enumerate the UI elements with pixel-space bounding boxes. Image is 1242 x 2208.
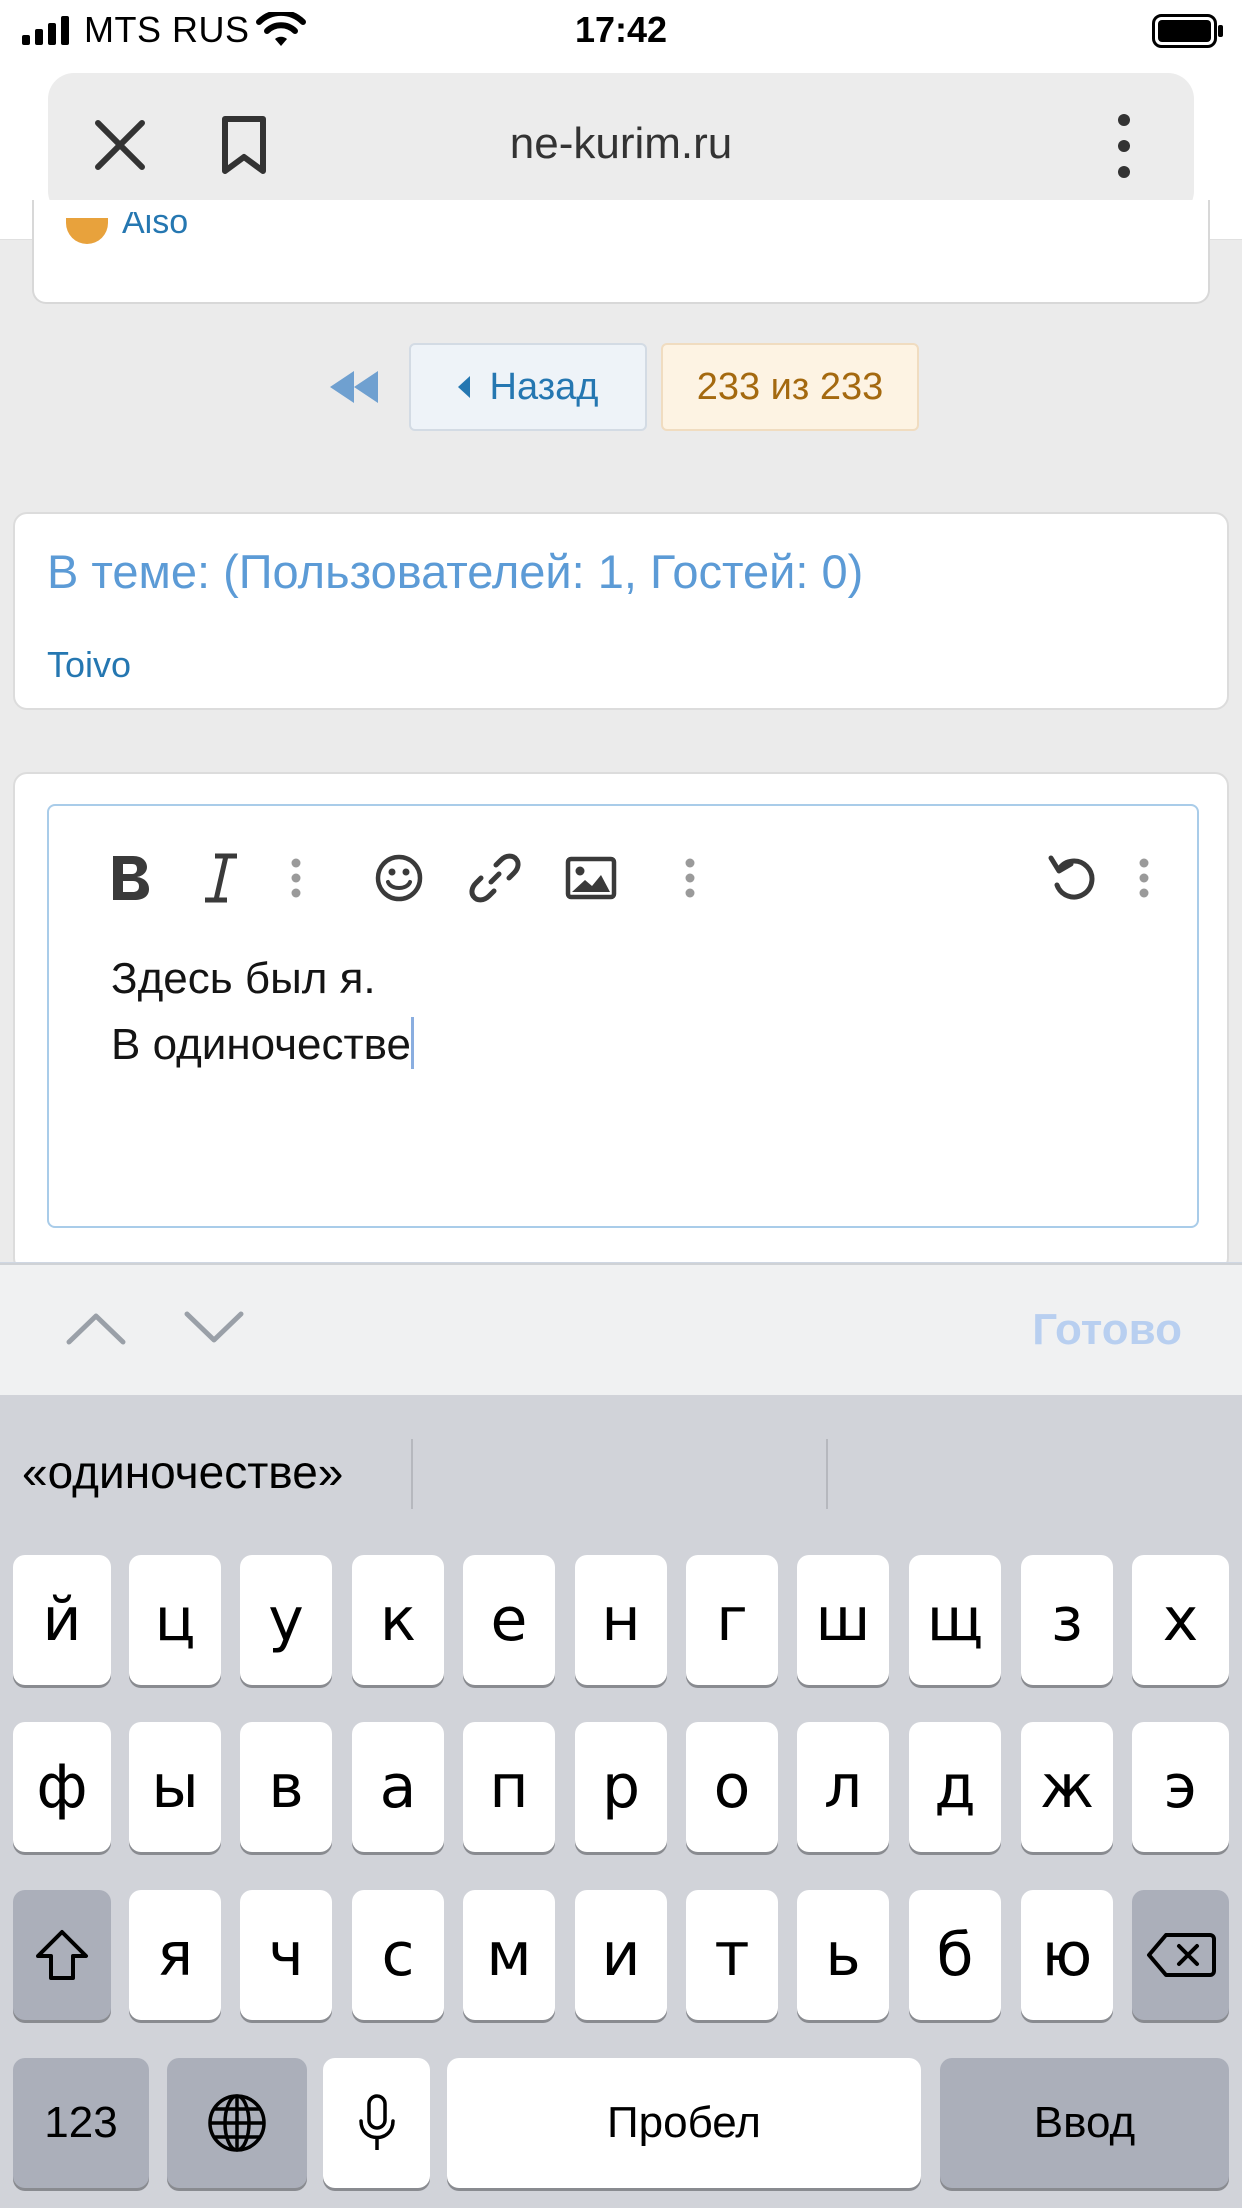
key[interactable]: д bbox=[909, 1722, 1001, 1852]
online-user-link[interactable]: Toivo bbox=[47, 644, 131, 686]
key[interactable]: м bbox=[463, 1890, 555, 2020]
key[interactable]: е bbox=[463, 1555, 555, 1685]
divider bbox=[411, 1439, 413, 1509]
space-key[interactable]: Пробел bbox=[447, 2058, 921, 2188]
avatar[interactable] bbox=[66, 218, 108, 244]
dictation-key[interactable] bbox=[323, 2058, 430, 2188]
editor-line-text: В одиночестве bbox=[111, 1020, 412, 1069]
image-icon bbox=[565, 856, 617, 900]
more-vertical-icon bbox=[685, 858, 695, 898]
globe-key[interactable] bbox=[167, 2058, 307, 2188]
more-insert-options-button[interactable] bbox=[675, 842, 705, 914]
first-page-icon[interactable] bbox=[326, 367, 382, 407]
message-editor[interactable]: Здесь был я. В одиночестве bbox=[47, 804, 1199, 1228]
key[interactable]: ь bbox=[797, 1890, 889, 2020]
key[interactable]: б bbox=[909, 1890, 1001, 2020]
key[interactable]: х bbox=[1132, 1555, 1229, 1685]
keyboard: «одиночестве» й ц у к е н г ш щ з х ф ы … bbox=[0, 1395, 1242, 2208]
smiley-icon bbox=[375, 854, 423, 902]
clock: 17:42 bbox=[574, 9, 668, 50]
return-key[interactable]: Ввод bbox=[940, 2058, 1229, 2188]
status-bar: MTS RUS 17:42 bbox=[0, 0, 1242, 62]
key[interactable]: ц bbox=[129, 1555, 221, 1685]
key[interactable]: й bbox=[13, 1555, 111, 1685]
italic-icon bbox=[205, 853, 237, 903]
suggestion-bar: «одиночестве» bbox=[0, 1395, 1242, 1547]
more-vertical-icon[interactable] bbox=[1114, 113, 1134, 179]
previous-post-card: Aiso bbox=[32, 200, 1210, 304]
key[interactable]: р bbox=[575, 1722, 667, 1852]
keyboard-accessory-bar: Готово bbox=[0, 1263, 1242, 1395]
microphone-icon bbox=[358, 2094, 395, 2150]
key[interactable]: щ bbox=[909, 1555, 1001, 1685]
key[interactable]: а bbox=[352, 1722, 444, 1852]
more-vertical-icon bbox=[291, 858, 301, 898]
reply-form: Здесь был я. В одиночестве bbox=[13, 772, 1229, 1272]
divider bbox=[826, 1439, 828, 1509]
key[interactable]: к bbox=[352, 1555, 444, 1685]
key[interactable]: ж bbox=[1021, 1722, 1113, 1852]
url-bar[interactable]: ne-kurim.ru bbox=[48, 73, 1194, 217]
key[interactable]: в bbox=[240, 1722, 332, 1852]
url-text[interactable]: ne-kurim.ru bbox=[48, 119, 1194, 169]
shift-key[interactable] bbox=[13, 1890, 111, 2020]
key[interactable]: г bbox=[686, 1555, 778, 1685]
key[interactable]: э bbox=[1132, 1722, 1229, 1852]
bold-button[interactable] bbox=[101, 842, 161, 914]
image-button[interactable] bbox=[561, 842, 621, 914]
key[interactable]: ш bbox=[797, 1555, 889, 1685]
numbers-key[interactable]: 123 bbox=[13, 2058, 149, 2188]
key[interactable]: л bbox=[797, 1722, 889, 1852]
undo-button[interactable] bbox=[1043, 842, 1103, 914]
key[interactable]: ю bbox=[1021, 1890, 1113, 2020]
bold-icon bbox=[113, 856, 149, 900]
chevron-down-icon[interactable] bbox=[184, 1311, 244, 1345]
link-button[interactable] bbox=[465, 842, 525, 914]
undo-icon bbox=[1048, 855, 1095, 900]
editor-content[interactable]: Здесь был я. В одиночестве bbox=[111, 946, 415, 1078]
backspace-key[interactable] bbox=[1132, 1890, 1229, 2020]
key[interactable]: т bbox=[686, 1890, 778, 2020]
key[interactable]: ы bbox=[129, 1722, 221, 1852]
online-users-block: В теме: (Пользователей: 1, Гостей: 0) To… bbox=[13, 512, 1229, 710]
shift-icon bbox=[36, 1930, 88, 1980]
current-page-indicator: 233 из 233 bbox=[661, 343, 919, 431]
done-button[interactable]: Готово bbox=[1032, 1305, 1182, 1355]
more-options-button[interactable] bbox=[1129, 842, 1159, 914]
more-text-options-button[interactable] bbox=[281, 842, 311, 914]
italic-button[interactable] bbox=[191, 842, 251, 914]
post-author[interactable]: Aiso bbox=[122, 212, 188, 238]
key[interactable]: о bbox=[686, 1722, 778, 1852]
link-icon bbox=[469, 853, 521, 903]
key[interactable]: я bbox=[129, 1890, 221, 2020]
back-label: Назад bbox=[489, 365, 599, 408]
editor-line: В одиночестве bbox=[111, 1012, 415, 1078]
key[interactable]: з bbox=[1021, 1555, 1113, 1685]
globe-icon bbox=[208, 2094, 266, 2152]
battery-icon bbox=[1152, 14, 1223, 48]
backspace-icon bbox=[1146, 1933, 1216, 1977]
key[interactable]: ч bbox=[240, 1890, 332, 2020]
key[interactable]: и bbox=[575, 1890, 667, 2020]
text-caret bbox=[411, 1017, 415, 1069]
key[interactable]: у bbox=[240, 1555, 332, 1685]
editor-line: Здесь был я. bbox=[111, 954, 376, 1003]
caret-left-icon bbox=[457, 376, 470, 398]
back-page-button[interactable]: Назад bbox=[409, 343, 647, 431]
emoji-button[interactable] bbox=[369, 842, 429, 914]
chevron-up-icon[interactable] bbox=[66, 1311, 126, 1345]
key[interactable]: ф bbox=[13, 1722, 111, 1852]
key[interactable]: н bbox=[575, 1555, 667, 1685]
more-vertical-icon bbox=[1139, 858, 1149, 898]
suggestion-item[interactable]: «одиночестве» bbox=[22, 1445, 343, 1499]
key[interactable]: п bbox=[463, 1722, 555, 1852]
key[interactable]: с bbox=[352, 1890, 444, 2020]
online-users-title[interactable]: В теме: (Пользователей: 1, Гостей: 0) bbox=[47, 544, 863, 599]
